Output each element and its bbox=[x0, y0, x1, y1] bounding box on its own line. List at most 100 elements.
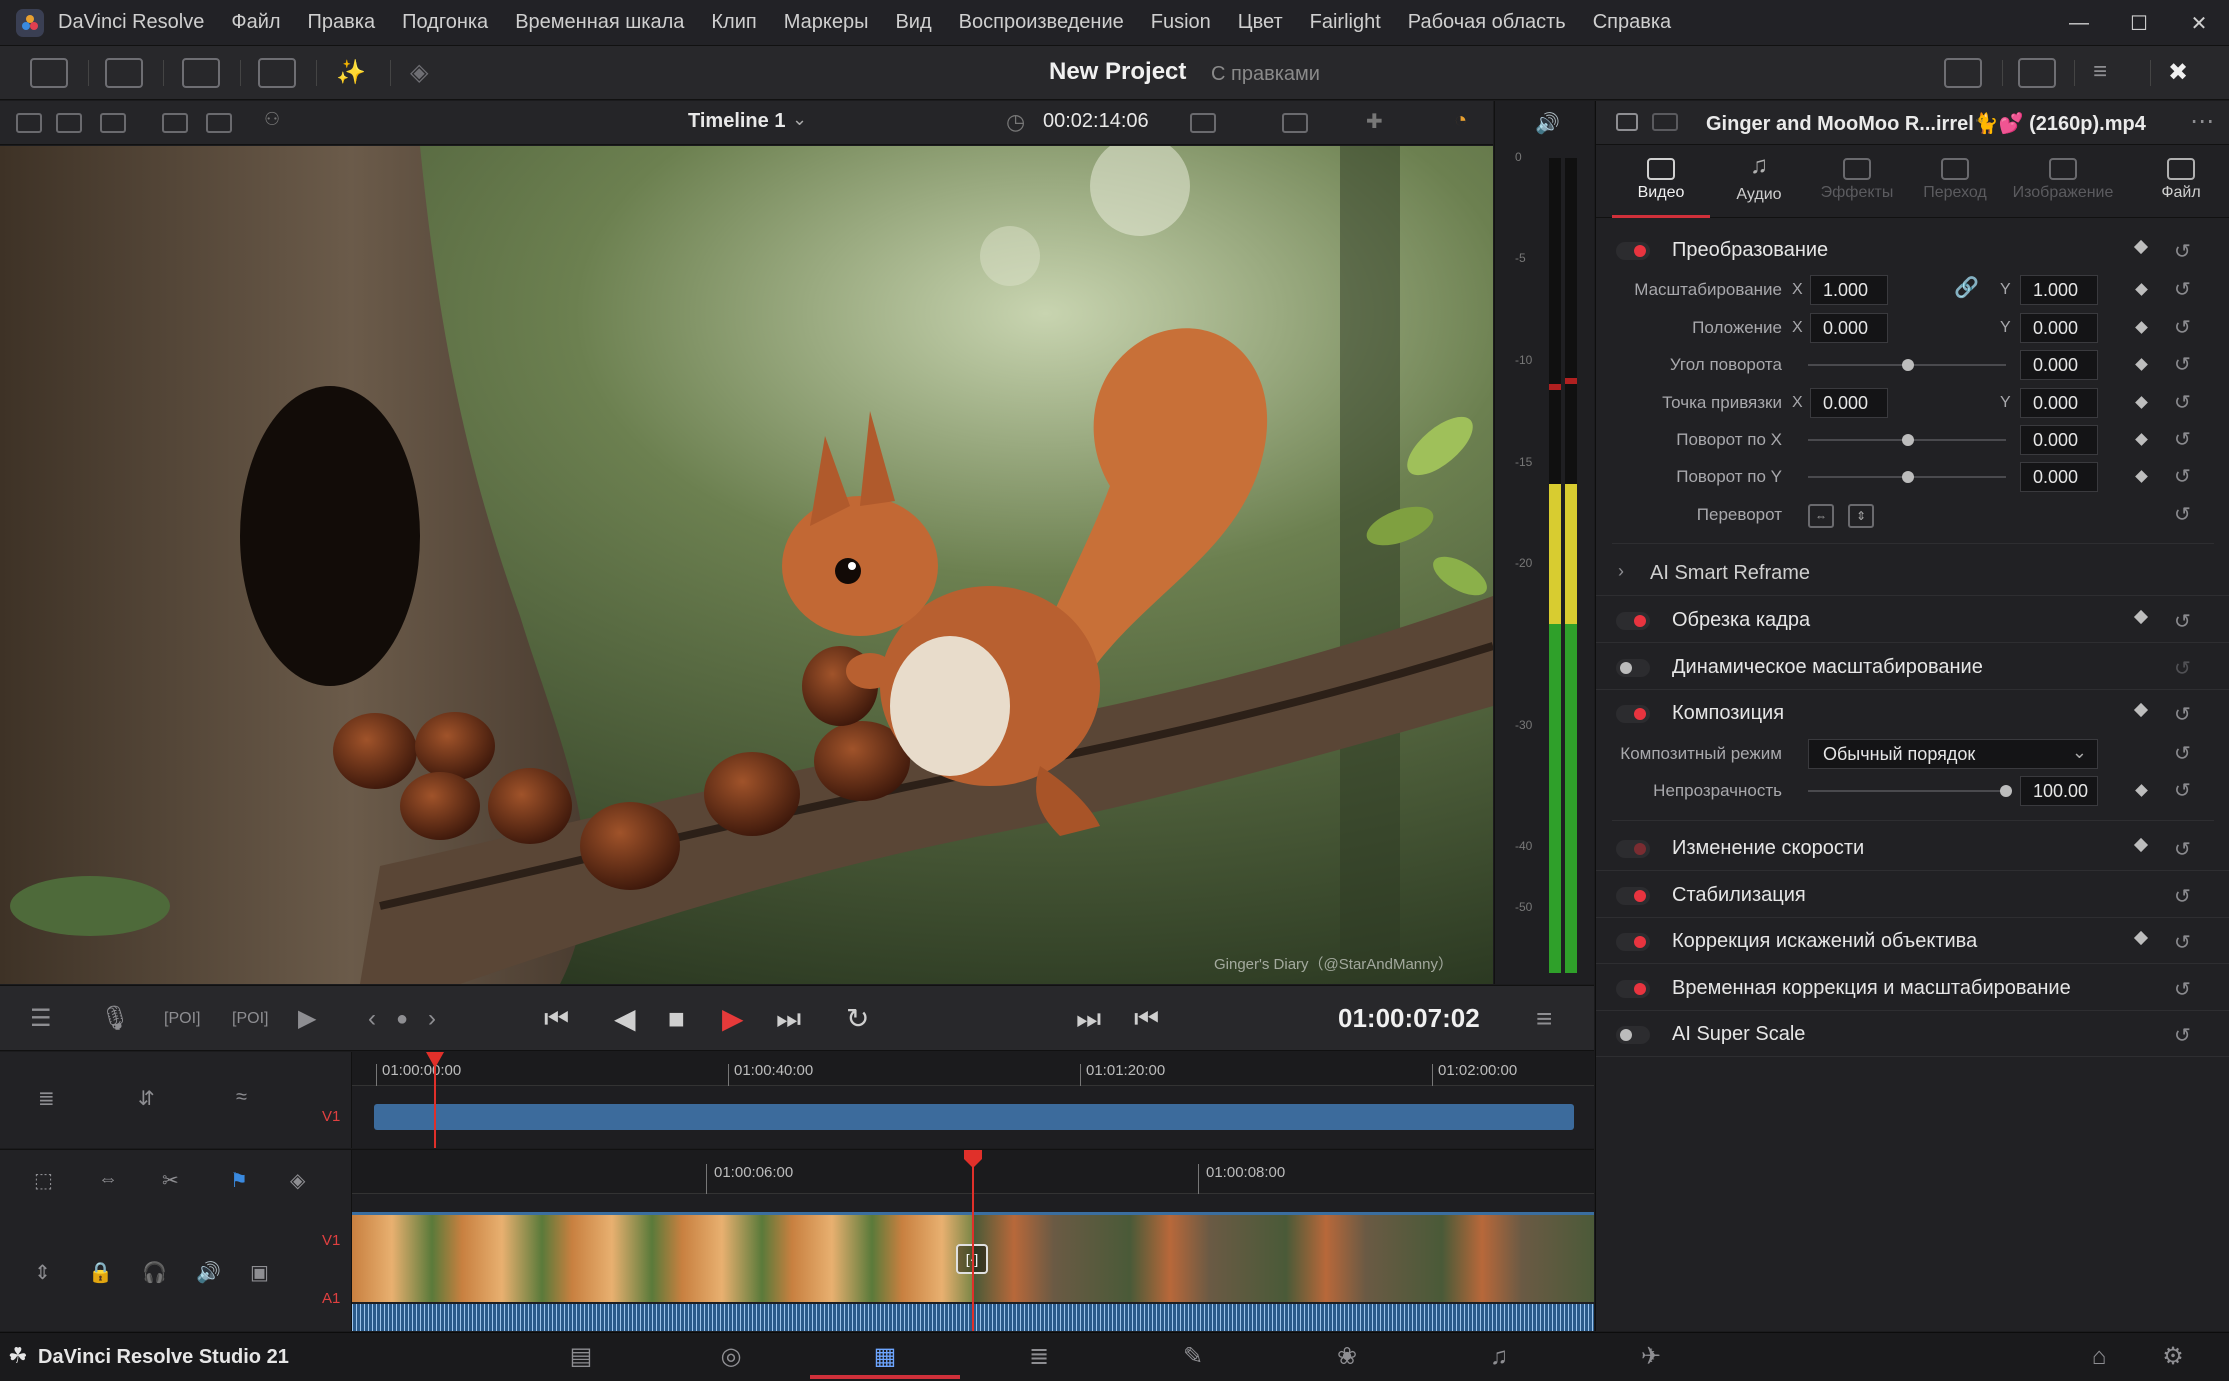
color-wheel-icon[interactable]: ◔ bbox=[1454, 107, 1480, 132]
rotation-field[interactable]: 0.000 bbox=[2020, 350, 2098, 380]
anchor-y-field[interactable]: 0.000 bbox=[2020, 388, 2098, 418]
menu-file[interactable]: Файл bbox=[231, 11, 280, 34]
reset-icon[interactable]: ↺ bbox=[2174, 884, 2191, 909]
flag-icon[interactable]: ⚑ bbox=[230, 1168, 248, 1193]
fx-diamond-icon[interactable]: ◈ bbox=[410, 58, 448, 88]
speaker-icon[interactable]: 🔊 bbox=[1535, 111, 1560, 136]
yaw-field[interactable]: 0.000 bbox=[2020, 462, 2098, 492]
reset-icon[interactable]: ↺ bbox=[2174, 239, 2191, 264]
transport-menu-icon[interactable]: ≡ bbox=[1536, 1003, 1552, 1035]
maximize-icon[interactable]: ☐ bbox=[2109, 0, 2169, 46]
list-view-icon[interactable] bbox=[206, 113, 232, 133]
sync-bin-icon[interactable] bbox=[105, 58, 143, 88]
reset-icon[interactable]: ↺ bbox=[2174, 464, 2191, 489]
keyframe-icon[interactable] bbox=[2135, 784, 2148, 797]
section-lens-correction[interactable]: Коррекция искажений объектива ↺ bbox=[1596, 918, 2229, 964]
close-icon[interactable]: ✕ bbox=[2169, 0, 2229, 46]
titles-icon[interactable] bbox=[258, 58, 296, 88]
keyframe-icon[interactable] bbox=[2135, 396, 2148, 409]
section-transform[interactable]: Преобразование ↺ bbox=[1596, 227, 2229, 273]
chevron-down-icon[interactable]: ⌄ bbox=[792, 109, 807, 130]
reset-icon[interactable]: ↺ bbox=[2174, 930, 2191, 955]
reset-icon[interactable]: ↺ bbox=[2174, 502, 2191, 527]
track-enable-icon[interactable]: ▣ bbox=[250, 1260, 269, 1285]
opacity-field[interactable]: 100.00 bbox=[2020, 776, 2098, 806]
go-to-start-icon[interactable]: ⏮ bbox=[544, 1003, 569, 1035]
rotation-slider-knob[interactable] bbox=[1902, 359, 1914, 371]
speaker-mute-icon[interactable]: 🔊 bbox=[196, 1260, 221, 1285]
viewer-image[interactable]: Ginger's Diary（@StarAndManny） bbox=[0, 146, 1493, 984]
timeline-detail[interactable]: 01:00:06:00 01:00:08:00 [·] bbox=[352, 1149, 1594, 1331]
link-clips-icon[interactable]: ⇔ bbox=[98, 1168, 118, 1191]
reset-icon[interactable]: ↺ bbox=[2174, 277, 2191, 302]
play-icon[interactable]: ▶ bbox=[722, 1003, 744, 1035]
stop-icon[interactable]: ■ bbox=[668, 1003, 685, 1035]
link-icon[interactable]: 🔗 bbox=[1954, 275, 1979, 300]
keyframe-icon[interactable] bbox=[2135, 358, 2148, 371]
timeline-overview[interactable]: 01:00:00:00 01:00:40:00 01:01:20:00 01:0… bbox=[352, 1052, 1594, 1148]
razor-icon[interactable]: ✂ bbox=[162, 1168, 179, 1193]
overview-clip[interactable] bbox=[374, 1104, 1574, 1130]
opacity-slider-knob[interactable] bbox=[2000, 785, 2012, 797]
section-dynamic-zoom[interactable]: Динамическое масштабирование ↺ bbox=[1596, 644, 2229, 690]
pitch-slider-knob[interactable] bbox=[1902, 434, 1914, 446]
menu-playback[interactable]: Воспроизведение bbox=[959, 11, 1124, 34]
zoom-x-field[interactable]: 1.000 bbox=[1810, 275, 1888, 305]
reset-icon[interactable]: ↺ bbox=[2174, 315, 2191, 340]
playback-quality-icon[interactable] bbox=[1282, 113, 1308, 133]
position-x-field[interactable]: 0.000 bbox=[1810, 313, 1888, 343]
timeline-playhead[interactable] bbox=[972, 1150, 974, 1331]
inspector-tools-icon[interactable]: ✖ bbox=[2168, 58, 2206, 88]
marker-dot-icon[interactable]: ● bbox=[396, 1003, 408, 1035]
tab-effects[interactable]: Эффекты bbox=[1808, 146, 1906, 218]
speed-change-toggle[interactable] bbox=[1616, 840, 1650, 858]
keyframe-icon[interactable] bbox=[2133, 609, 2149, 625]
menu-help[interactable]: Справка bbox=[1593, 11, 1671, 34]
pitch-field[interactable]: 0.000 bbox=[2020, 425, 2098, 455]
keyframe-icon[interactable] bbox=[2135, 321, 2148, 334]
anchor-x-field[interactable]: 0.000 bbox=[1810, 388, 1888, 418]
transform-mode-icon[interactable]: ✚ bbox=[1366, 109, 1392, 133]
person-icon[interactable]: ⚇ bbox=[264, 109, 290, 129]
menu-fusion[interactable]: Fusion bbox=[1151, 11, 1211, 34]
zoom-y-field[interactable]: 1.000 bbox=[2020, 275, 2098, 305]
timeline-name[interactable]: Timeline 1 bbox=[688, 110, 785, 133]
edit-page-icon[interactable]: ▦ bbox=[870, 1343, 900, 1371]
menu-clip[interactable]: Клип bbox=[711, 11, 756, 34]
mixer-icon[interactable]: ≡ bbox=[2093, 58, 2131, 88]
inspector-image-icon[interactable] bbox=[1616, 113, 1638, 131]
clip-view-icon[interactable] bbox=[56, 113, 82, 133]
reset-icon[interactable]: ↺ bbox=[2174, 977, 2191, 1002]
mark-in-icon[interactable]: ⏭ bbox=[1076, 1003, 1101, 1035]
color-page-icon[interactable]: ✎ bbox=[1178, 1343, 1208, 1371]
reset-icon[interactable]: ↺ bbox=[2174, 837, 2191, 862]
video-clip-cat[interactable] bbox=[352, 1212, 972, 1302]
chevron-right-icon[interactable]: › bbox=[1618, 561, 1624, 582]
keyframe-icon[interactable] bbox=[2133, 239, 2149, 255]
headphones-icon[interactable]: 🎧 bbox=[142, 1260, 167, 1285]
menu-timeline[interactable]: Временная шкала bbox=[515, 11, 684, 34]
yaw-slider-knob[interactable] bbox=[1902, 471, 1914, 483]
transform-toggle[interactable] bbox=[1616, 242, 1650, 260]
more-options-icon[interactable]: ⋯ bbox=[2190, 107, 2214, 136]
position-y-field[interactable]: 0.000 bbox=[2020, 313, 2098, 343]
menu-color[interactable]: Цвет bbox=[1238, 11, 1283, 34]
settings-gear-icon[interactable]: ⚙ bbox=[2158, 1343, 2188, 1371]
snap-icon[interactable]: ⬚ bbox=[34, 1168, 53, 1193]
timeline-options-icon[interactable]: ☰ bbox=[30, 1003, 52, 1035]
keyframe-icon[interactable] bbox=[2135, 283, 2148, 296]
section-smart-reframe[interactable]: › AI Smart Reframe bbox=[1596, 550, 2229, 596]
composite-toggle[interactable] bbox=[1616, 705, 1650, 723]
menu-workspace[interactable]: Рабочая область bbox=[1408, 11, 1566, 34]
keyframe-icon[interactable] bbox=[2135, 433, 2148, 446]
track-height-icon[interactable]: ⇵ bbox=[138, 1086, 155, 1111]
loop-icon[interactable]: ↻ bbox=[846, 1003, 869, 1035]
tab-image[interactable]: Изображение bbox=[2004, 146, 2122, 218]
section-speed-change[interactable]: Изменение скорости ↺ bbox=[1596, 825, 2229, 871]
home-icon[interactable]: ⌂ bbox=[2084, 1343, 2114, 1371]
media-page-icon[interactable]: ▤ bbox=[566, 1343, 596, 1371]
track-collapse-icon[interactable]: ⇕ bbox=[34, 1260, 51, 1285]
next-marker-icon[interactable]: › bbox=[428, 1003, 436, 1035]
media-pool-icon[interactable] bbox=[30, 58, 68, 88]
reverse-icon[interactable]: ◀ bbox=[614, 1003, 636, 1035]
